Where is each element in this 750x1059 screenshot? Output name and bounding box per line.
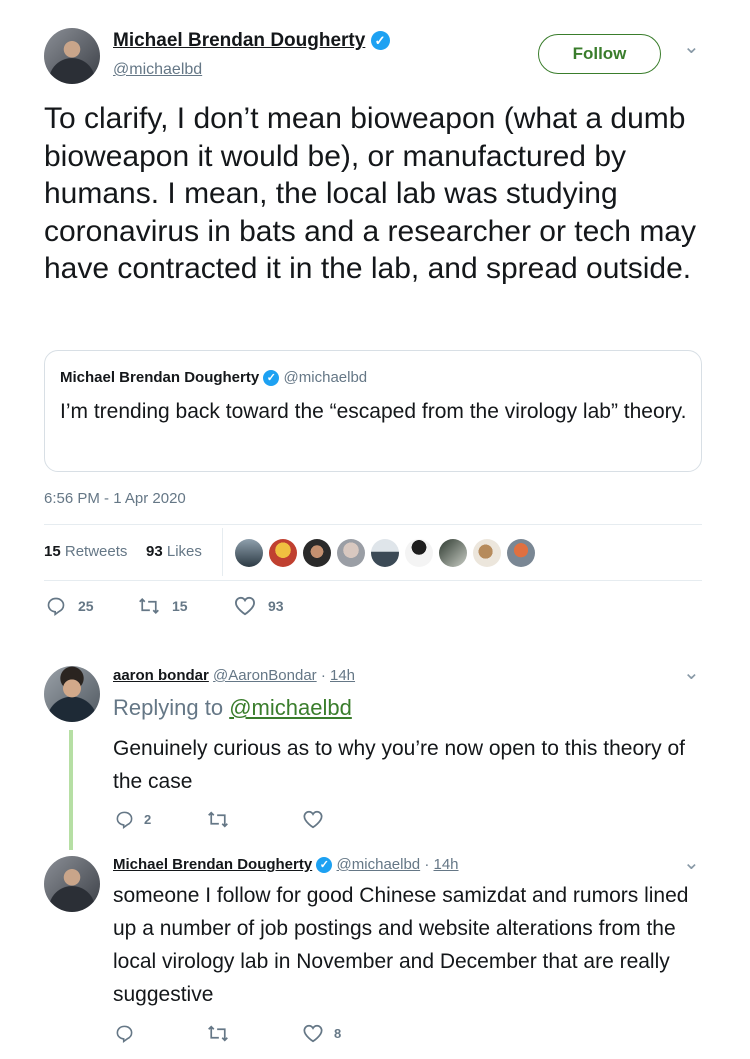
like-action[interactable]: 93: [234, 596, 284, 616]
quote-text: I’m trending back toward the “escaped fr…: [60, 400, 687, 423]
liker-avatar[interactable]: [337, 539, 365, 567]
likes-stat[interactable]: 93 Likes: [146, 543, 202, 560]
heart-icon: [303, 810, 323, 829]
reply-text: Genuinely curious as to why you’re now o…: [113, 737, 685, 793]
like-action[interactable]: 8: [302, 1024, 341, 1043]
retweets-count: 15: [44, 543, 61, 560]
author-name-row: Michael Brendan Dougherty ✓: [113, 30, 390, 52]
reply-author-name[interactable]: aaron bondar: [113, 667, 209, 684]
verified-badge-icon: ✓: [263, 370, 280, 387]
stats-separator: [222, 528, 223, 576]
like-count: 8: [334, 1026, 342, 1041]
reply-time[interactable]: 14h: [330, 667, 355, 684]
author-handle[interactable]: @michaelbd: [113, 61, 202, 79]
reply-avatar[interactable]: [44, 856, 100, 912]
reply-separator: ·: [424, 856, 430, 873]
liker-avatar[interactable]: [439, 539, 467, 567]
divider: [44, 524, 702, 525]
replying-to-label: Replying to: [113, 695, 224, 720]
liker-avatar[interactable]: [507, 539, 535, 567]
reply-icon: [116, 811, 133, 829]
quote-author-row: Michael Brendan Dougherty ✓ @michaelbd: [60, 369, 368, 387]
retweets-stat[interactable]: 15 Retweets: [44, 543, 127, 560]
liker-avatar[interactable]: [269, 539, 297, 567]
reply-count: 2: [144, 812, 152, 827]
thread-line: [69, 730, 73, 850]
chevron-down-icon[interactable]: ⌄: [683, 34, 700, 59]
tweet-timestamp[interactable]: 6:56 PM - 1 Apr 2020: [44, 490, 186, 507]
chevron-down-icon[interactable]: ⌄: [683, 850, 700, 875]
reply-separator: ·: [320, 667, 326, 684]
reply-count: 25: [78, 598, 94, 614]
reply-author-name[interactable]: Michael Brendan Dougherty: [113, 856, 312, 873]
reply-header: aaron bondar @AaronBondar · 14h: [113, 667, 355, 684]
reply-action[interactable]: 2: [115, 810, 151, 829]
retweet-icon: [208, 1025, 228, 1042]
heart-icon: [234, 596, 256, 616]
retweet-icon: [139, 598, 159, 614]
reply-action[interactable]: 25: [46, 596, 94, 616]
quote-author-handle: @michaelbd: [283, 369, 368, 386]
reply-avatar[interactable]: [44, 666, 100, 722]
like-action[interactable]: [302, 810, 324, 829]
reply-icon: [47, 597, 65, 616]
quote-author-name: Michael Brendan Dougherty: [60, 369, 260, 386]
reply-author-handle[interactable]: @michaelbd: [337, 856, 421, 873]
author-avatar[interactable]: [44, 28, 100, 84]
divider: [44, 580, 702, 581]
liker-avatar[interactable]: [371, 539, 399, 567]
liker-avatar[interactable]: [235, 539, 263, 567]
retweets-label: Retweets: [64, 543, 128, 560]
follow-button[interactable]: Follow: [538, 34, 661, 74]
likes-label: Likes: [166, 543, 202, 560]
reply-text: someone I follow for good Chinese samizd…: [113, 884, 689, 1006]
liker-avatar[interactable]: [303, 539, 331, 567]
liker-avatars: [235, 539, 535, 567]
reply-header: Michael Brendan Dougherty ✓ @michaelbd ·…: [113, 856, 459, 874]
replying-to-link[interactable]: @michaelbd: [229, 695, 352, 720]
likes-count: 93: [146, 543, 163, 560]
verified-badge-icon: ✓: [370, 31, 390, 51]
verified-badge-icon: ✓: [316, 857, 333, 874]
reply-icon: [116, 1025, 133, 1043]
like-count: 93: [268, 598, 284, 614]
tweet-text: To clarify, I don’t mean bioweapon (what…: [44, 102, 696, 285]
author-name[interactable]: Michael Brendan Dougherty: [113, 30, 365, 51]
liker-avatar[interactable]: [473, 539, 501, 567]
reply-time[interactable]: 14h: [434, 856, 459, 873]
liker-avatar[interactable]: [405, 539, 433, 567]
chevron-down-icon[interactable]: ⌄: [683, 660, 700, 685]
quoted-tweet[interactable]: Michael Brendan Dougherty ✓ @michaelbd I…: [44, 350, 702, 472]
reply-action[interactable]: [115, 1024, 134, 1043]
retweet-action[interactable]: [207, 810, 229, 829]
retweet-count: 15: [172, 598, 188, 614]
reply-author-handle[interactable]: @AaronBondar: [213, 667, 317, 684]
replying-to-line: Replying to @michaelbd: [113, 695, 352, 721]
retweet-icon: [208, 811, 228, 828]
retweet-action[interactable]: 15: [138, 596, 188, 616]
retweet-action[interactable]: [207, 1024, 229, 1043]
heart-icon: [303, 1024, 323, 1043]
